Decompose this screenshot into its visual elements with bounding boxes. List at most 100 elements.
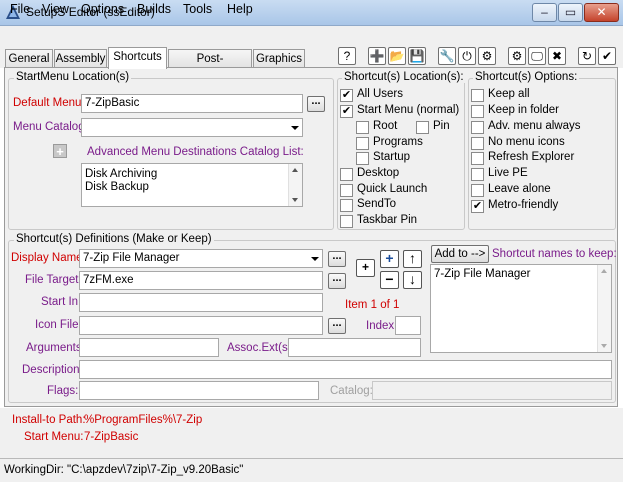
settings-icon[interactable]: ⚙ [478,47,496,65]
arguments-input[interactable] [79,338,219,357]
tab-assembly[interactable]: Assembly [54,49,107,68]
scroll-up-icon[interactable] [292,168,298,172]
list-item[interactable]: Disk Backup [85,181,149,193]
open-folder-icon[interactable]: 📂 [388,47,406,65]
default-menu-browse-button[interactable]: ... [307,96,325,112]
scroll-down-icon[interactable] [601,344,607,348]
description-input[interactable] [79,360,612,379]
list-item[interactable]: Disk Archiving [85,168,157,180]
options-checkbox-label[interactable]: Refresh Explorer [488,151,574,163]
tab-general[interactable]: General [5,49,53,68]
wrench-icon[interactable]: 🔧 [438,47,456,65]
menu-options[interactable]: Options [81,2,124,16]
undo-icon[interactable]: ↻ [578,47,596,65]
locations-checkbox-label[interactable]: SendTo [357,198,396,210]
scroll-up-icon[interactable] [601,269,607,273]
adv-menu-list[interactable]: Disk Archiving Disk Backup [81,163,303,207]
menu-file[interactable]: File [10,2,30,16]
display-name-browse-button[interactable]: ... [328,251,346,267]
arrow-down-icon[interactable]: ↓ [403,271,422,289]
help-icon[interactable]: ? [338,47,356,65]
locations-checkbox-label[interactable]: All Users [357,88,403,100]
locations-checkbox-label[interactable]: Pin [433,120,450,132]
menu-view[interactable]: View [42,2,69,16]
options-checkbox-0[interactable] [471,89,484,102]
power-icon[interactable]: ⏻ [458,47,476,65]
monitor-icon[interactable]: 🖵 [528,47,546,65]
file-target-browse-button[interactable]: ... [328,273,346,289]
flags-input[interactable] [79,381,319,400]
locations-checkbox-3[interactable] [416,121,429,134]
locations-checkbox-7[interactable] [340,184,353,197]
menu-tools[interactable]: Tools [183,2,212,16]
index-input[interactable] [395,316,421,335]
options-checkbox-3[interactable] [471,137,484,150]
options-checkbox-label[interactable]: Adv. menu always [488,120,580,132]
plus-icon[interactable]: + [380,250,399,268]
definitions-group-title: Shortcut(s) Definitions (Make or Keep) [14,233,214,245]
display-name-dropdown[interactable]: 7-Zip File Manager [79,249,323,268]
locations-checkbox-8[interactable] [340,199,353,212]
locations-checkbox-label[interactable]: Taskbar Pin [357,214,417,226]
scrollbar[interactable] [597,265,611,352]
start-in-input[interactable] [79,293,323,312]
options-checkbox-label[interactable]: Keep all [488,88,530,100]
scroll-down-icon[interactable] [292,198,298,202]
maximize-button[interactable]: ▭ [558,3,583,22]
icon-file-input[interactable] [79,316,323,335]
new-icon[interactable]: ➕ [368,47,386,65]
options-checkbox-7[interactable]: ✔ [471,200,484,213]
locations-checkbox-label[interactable]: Programs [373,136,423,148]
options-checkbox-label[interactable]: Metro-friendly [488,199,558,211]
locations-checkbox-label[interactable]: Quick Launch [357,183,427,195]
locations-checkbox-label[interactable]: Desktop [357,167,399,179]
icon-file-browse-button[interactable]: ... [328,318,346,334]
locations-checkbox-label[interactable]: Startup [373,151,410,163]
locations-checkbox-9[interactable] [340,215,353,228]
check-icon[interactable]: ✔ [598,47,616,65]
close-button[interactable]: ✕ [584,3,619,22]
tab-shortcuts[interactable]: Shortcuts [108,47,167,69]
minimize-button[interactable]: – [532,3,557,22]
keep-names-list[interactable]: 7-Zip File Manager [430,264,612,353]
locations-checkbox-label[interactable]: Root [373,120,397,132]
menu-builds[interactable]: Builds [137,2,171,16]
keep-names-label: Shortcut names to keep: [492,248,617,260]
tab-post-processing[interactable]: Post-processing [168,49,252,83]
options-checkbox-2[interactable] [471,121,484,134]
options-checkbox-5[interactable] [471,168,484,181]
options-checkbox-4[interactable] [471,152,484,165]
locations-checkbox-4[interactable] [356,137,369,150]
options-checkbox-6[interactable] [471,184,484,197]
menu-help[interactable]: Help [227,2,253,16]
options-checkbox-label[interactable]: Keep in folder [488,104,559,116]
options-checkbox-label[interactable]: Live PE [488,167,528,179]
menu-catalog-dropdown[interactable] [81,118,303,137]
list-item[interactable]: 7-Zip File Manager [434,268,531,280]
default-menu-input[interactable]: 7-ZipBasic [81,94,303,113]
gear-icon[interactable]: ⚙ [508,47,526,65]
minus-icon[interactable]: − [380,271,399,289]
locations-checkbox-6[interactable] [340,168,353,181]
locations-checkbox-label[interactable]: Start Menu (normal) [357,104,459,116]
add-catalog-icon[interactable]: + [53,144,67,158]
scrollbar[interactable] [288,164,302,206]
arrow-up-icon[interactable]: ↑ [403,250,422,268]
catalog-input[interactable] [372,381,612,400]
options-checkbox-label[interactable]: Leave alone [488,183,551,195]
file-target-input[interactable]: 7zFM.exe [79,271,323,290]
locations-checkbox-5[interactable] [356,152,369,165]
locations-checkbox-0[interactable]: ✔ [340,89,353,102]
options-checkbox-label[interactable]: No menu icons [488,136,565,148]
status-bar: WorkingDir: "C:\apzdev\7zip\7-Zip_v9.20B… [0,458,623,482]
install-menu-label: Start Menu: [24,431,84,443]
tab-graphics[interactable]: Graphics [253,49,305,68]
assoc-ext-input[interactable] [288,338,421,357]
locations-checkbox-1[interactable]: ✔ [340,105,353,118]
save-icon[interactable]: 💾 [408,47,426,65]
locations-checkbox-2[interactable] [356,121,369,134]
new-shortcut-icon[interactable]: + [356,259,375,277]
add-to-button[interactable]: Add to --> [431,245,489,263]
options-checkbox-1[interactable] [471,105,484,118]
close-x-icon[interactable]: ✖ [548,47,566,65]
